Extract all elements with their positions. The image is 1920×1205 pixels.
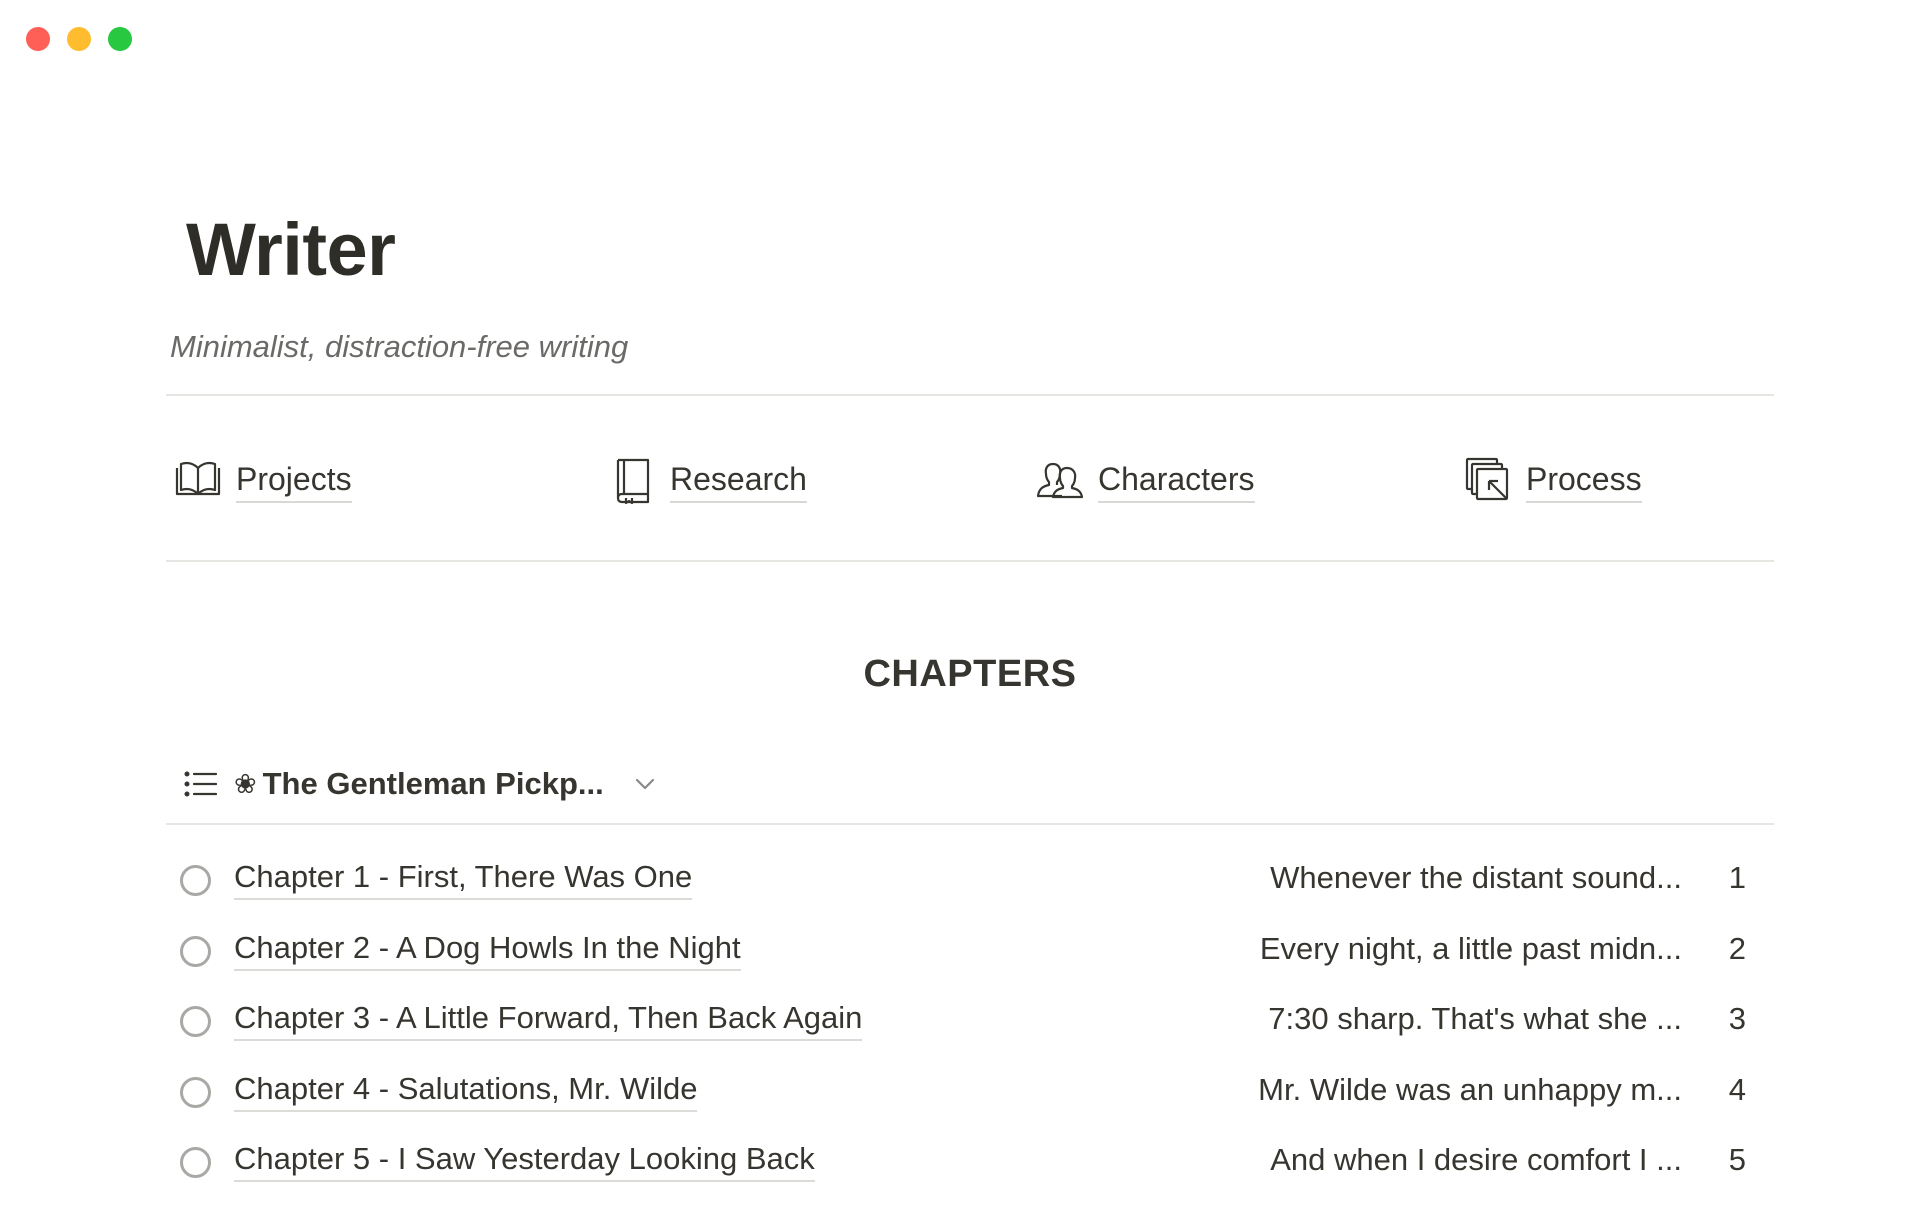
chapter-number: 1 [1728, 860, 1746, 895]
nav-label-projects: Projects [236, 457, 352, 503]
nav-label-process: Process [1526, 457, 1642, 503]
chapter-title-link[interactable]: Chapter 1 - First, There Was One [234, 856, 693, 900]
status-checkbox[interactable] [180, 1076, 211, 1108]
nav-label-research: Research [670, 457, 807, 503]
status-checkbox[interactable] [180, 935, 211, 967]
divider [166, 394, 1774, 396]
chapter-number: 2 [1728, 930, 1746, 966]
list-item: Chapter 1 - First, There Was One Wheneve… [166, 852, 1774, 923]
chapter-excerpt: Every night, a little past midn... [1259, 930, 1682, 966]
chapter-number: 3 [1728, 1001, 1746, 1036]
chapter-number: 4 [1728, 1071, 1746, 1107]
chapter-excerpt: And when I desire comfort I ... [1270, 1142, 1682, 1177]
maximize-window-button[interactable] [108, 27, 132, 51]
status-checkbox[interactable] [180, 1147, 211, 1178]
divider [166, 560, 1774, 562]
chapter-excerpt: Whenever the distant sound... [1270, 860, 1682, 895]
chapter-list: Chapter 1 - First, There Was One Wheneve… [166, 852, 1774, 1205]
nav-item-characters[interactable]: Characters [1036, 456, 1255, 504]
nav-label-characters: Characters [1098, 457, 1255, 503]
status-checkbox[interactable] [180, 1006, 211, 1037]
chapter-number: 5 [1728, 1142, 1746, 1177]
chevron-down-icon[interactable] [634, 777, 656, 791]
view-switcher[interactable]: ❀ The Gentleman Pickp... [184, 762, 656, 806]
chapter-title-link[interactable]: Chapter 3 - A Little Forward, Then Back … [234, 997, 863, 1041]
nav-links: Projects Research Characters Process [174, 456, 1774, 506]
window-controls [26, 27, 132, 51]
nav-item-projects[interactable]: Projects [174, 456, 352, 504]
list-item: Chapter 3 - A Little Forward, Then Back … [166, 993, 1774, 1064]
list-icon [184, 766, 220, 802]
open-book-icon [174, 456, 222, 504]
chapter-title-link[interactable]: Chapter 2 - A Dog Howls In the Night [234, 927, 741, 971]
nav-item-process[interactable]: Process [1464, 456, 1642, 504]
page-title: Writer [186, 208, 396, 291]
view-name: The Gentleman Pickp... [262, 766, 604, 801]
chapter-title-link[interactable]: Chapter 4 - Salutations, Mr. Wilde [234, 1068, 698, 1112]
chapters-heading: CHAPTERS [863, 653, 1077, 695]
nav-item-research[interactable]: Research [608, 456, 807, 504]
list-item: Chapter 2 - A Dog Howls In the Night Eve… [166, 923, 1774, 994]
status-checkbox[interactable] [180, 865, 211, 896]
close-window-button[interactable] [26, 27, 50, 51]
layers-cursor-icon [1464, 456, 1512, 504]
list-item: Chapter 5 - I Saw Yesterday Looking Back… [166, 1134, 1774, 1205]
people-icon [1036, 456, 1084, 504]
list-item: Chapter 4 - Salutations, Mr. Wilde Mr. W… [166, 1064, 1774, 1135]
page-subtitle: Minimalist, distraction-free writing [170, 329, 629, 364]
notebook-icon [608, 456, 656, 504]
chapter-excerpt: Mr. Wilde was an unhappy m... [1258, 1071, 1682, 1107]
chapter-excerpt: 7:30 sharp. That's what she ... [1268, 1001, 1682, 1036]
flower-icon: ❀ [234, 768, 257, 799]
divider [166, 823, 1774, 825]
chapter-title-link[interactable]: Chapter 5 - I Saw Yesterday Looking Back [234, 1138, 815, 1182]
minimize-window-button[interactable] [67, 27, 91, 51]
